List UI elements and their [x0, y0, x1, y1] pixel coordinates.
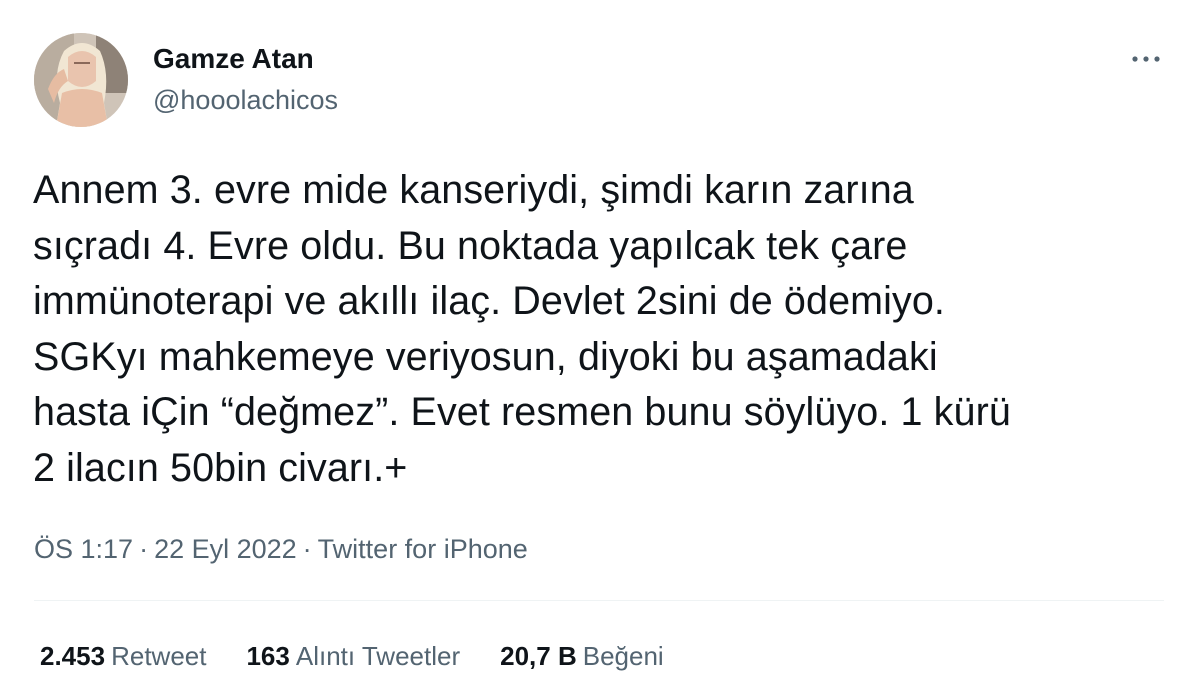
tweet-metadata: ÖS 1:17 · 22 Eyl 2022 · Twitter for iPhone	[34, 531, 528, 567]
more-horizontal-icon	[1132, 56, 1160, 62]
tweet-text-line: SGKyı mahkemeye veriyosun, diyoki bu aşa…	[33, 334, 938, 379]
quote-tweets-label: Alıntı Tweetler	[295, 641, 461, 671]
tweet-date[interactable]: 22 Eyl 2022	[154, 534, 297, 564]
tweet-stats: 2.453 Retweet 163 Alıntı Tweetler 20,7 B Be…	[40, 638, 704, 674]
likes-count: 20,7 B	[500, 641, 577, 671]
meta-separator: ·	[302, 534, 312, 564]
author-handle[interactable]: @hooolachicos	[153, 84, 338, 116]
avatar[interactable]	[34, 33, 128, 127]
avatar-photo	[34, 33, 128, 127]
tweet-text-line: Annem 3. evre mide kanseriydi, şimdi kar…	[33, 168, 914, 212]
meta-separator: ·	[139, 534, 149, 564]
likes-label: Beğeni	[582, 641, 664, 671]
retweets-stat[interactable]: 2.453 Retweet	[40, 638, 206, 674]
retweets-label: Retweet	[111, 641, 207, 671]
tweet-text-line: 2 ilacın 50bin civarı.+	[33, 445, 408, 490]
quote-tweets-stat[interactable]: 163 Alıntı Tweetler	[246, 638, 460, 674]
likes-stat[interactable]: 20,7 B Beğeni	[500, 638, 664, 674]
more-options-button[interactable]	[1126, 44, 1166, 74]
tweet-text: Annem 3. evre mide kanseriydi, şimdi kar…	[33, 163, 1173, 496]
tweet-source[interactable]: Twitter for iPhone	[318, 534, 528, 564]
tweet-time[interactable]: ÖS 1:17	[34, 534, 133, 564]
retweets-count: 2.453	[40, 641, 106, 671]
tweet-card: Gamze Atan @hooolachicos Annem 3. evre m…	[0, 0, 1196, 698]
divider	[34, 600, 1164, 601]
author-display-name[interactable]: Gamze Atan	[153, 42, 314, 76]
quote-tweets-count: 163	[246, 641, 290, 671]
tweet-text-line: immünoterapi ve akıllı ilaç. Devlet 2sin…	[33, 279, 946, 323]
tweet-text-line: sıçradı 4. Evre oldu. Bu noktada yapılca…	[33, 223, 908, 268]
tweet-text-line: hasta iÇin “değmez”. Evet resmen bunu sö…	[33, 390, 1011, 434]
